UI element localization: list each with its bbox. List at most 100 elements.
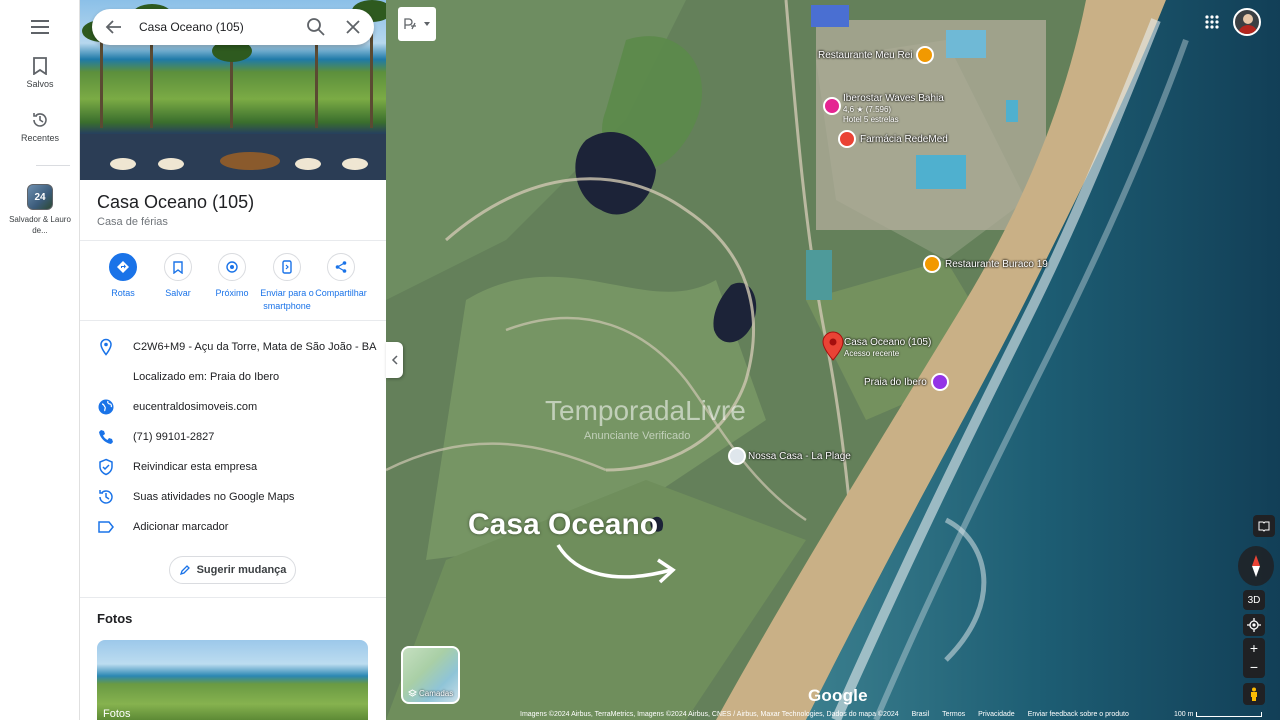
watermark: TemporadaLivre <box>545 395 746 426</box>
poi-label: Nossa Casa - La Plage <box>748 451 851 462</box>
poi-subtitle: Hotel 5 estrelas <box>843 115 899 124</box>
activity-row[interactable]: Suas atividades no Google Maps <box>80 482 386 512</box>
recent-place-thumbnail: 24 <box>27 184 53 210</box>
add-label-row[interactable]: Adicionar marcador <box>80 512 386 542</box>
google-logo: Google <box>808 686 868 705</box>
photo-card-label: Fotos <box>103 708 131 720</box>
suggest-edit-label: Sugerir mudança <box>196 564 287 576</box>
restaurant-icon <box>916 46 934 64</box>
poi-label: Farmácia RedeMed <box>860 134 948 145</box>
phone-send-icon <box>282 260 292 274</box>
zoom-in-button[interactable]: + <box>1250 638 1258 658</box>
bookmark-icon <box>33 57 47 75</box>
footer-feedback[interactable]: Enviar feedback sobre o produto <box>1028 711 1129 718</box>
poi-label: Restaurante Meu Rei <box>818 50 913 61</box>
divider <box>80 240 386 241</box>
rail-divider <box>36 165 70 166</box>
phone-icon <box>99 430 113 444</box>
compass-icon <box>1252 555 1260 577</box>
beach-icon <box>931 373 949 391</box>
phone-row[interactable]: (71) 99101-2827 <box>80 422 386 452</box>
share-button[interactable]: Compartilhar <box>309 253 373 300</box>
layers-text: Camadas <box>418 688 454 698</box>
satellite-map[interactable]: Restaurante Meu Rei Iberostar Waves Bahi… <box>386 0 1280 720</box>
toggle-3d-label: 3D <box>1247 594 1261 606</box>
overlay-caption: Casa Oceano <box>468 508 659 541</box>
poi-rating: 4,6 ★ (7.596) <box>843 105 892 114</box>
suggest-edit-button[interactable]: Sugerir mudança <box>169 556 296 584</box>
map-footer: Imagens ©2024 Airbus, TerraMetrics, Imag… <box>520 711 1129 718</box>
rail-saved-label: Salvos <box>26 79 54 89</box>
history-icon <box>99 490 113 504</box>
rail-recent[interactable]: Recentes <box>0 111 80 143</box>
search-input[interactable] <box>139 17 299 37</box>
poi-label: Iberostar Waves Bahia <box>843 93 944 104</box>
rail-recent-label: Recentes <box>20 133 60 143</box>
my-location-button[interactable] <box>1243 614 1265 636</box>
pegman-icon <box>1251 687 1257 701</box>
pharmacy-icon <box>838 130 856 148</box>
claim-business-row[interactable]: Reivindicar esta empresa <box>80 452 386 482</box>
photo-card[interactable]: Fotos <box>97 640 368 720</box>
website-text: eucentraldosimoveis.com <box>133 401 258 413</box>
location-pin-icon <box>100 338 112 356</box>
caret-down-icon <box>424 22 430 26</box>
rail-saved[interactable]: Salvos <box>0 57 80 89</box>
located-in-text: Localizado em: Praia do Ibero <box>133 371 280 383</box>
located-in-row[interactable]: Localizado em: Praia do Ibero <box>80 362 386 392</box>
footer-country[interactable]: Brasil <box>912 711 930 718</box>
zoom-out-button[interactable]: − <box>1250 658 1258 678</box>
close-icon[interactable] <box>342 16 364 38</box>
bookmark-icon <box>173 260 183 274</box>
website-row[interactable]: eucentraldosimoveis.com <box>80 392 386 422</box>
toggle-3d-button[interactable]: 3D <box>1243 590 1265 610</box>
map-scale[interactable]: 100 m <box>1174 711 1263 718</box>
footer-privacy[interactable]: Privacidade <box>978 711 1015 718</box>
book-icon <box>1258 521 1270 532</box>
directions-icon <box>117 261 129 273</box>
place-panel: Casa Oceano (105) Casa de férias Rotas S… <box>80 0 386 720</box>
layers-label: Camadas <box>403 689 458 698</box>
divider <box>80 320 386 321</box>
verified-shield-icon <box>99 458 113 476</box>
photos-heading: Fotos <box>97 611 133 626</box>
map-mode-icon <box>404 18 416 30</box>
search-box <box>92 9 374 45</box>
footer-terms[interactable]: Termos <box>942 711 965 718</box>
terrain-toggle[interactable] <box>398 7 436 41</box>
search-icon[interactable] <box>305 16 327 38</box>
label-icon <box>98 521 114 533</box>
street-view-pegman[interactable] <box>1243 683 1265 705</box>
add-label-text: Adicionar marcador <box>133 521 229 533</box>
layers-button[interactable]: Camadas <box>401 646 460 704</box>
apps-grid-button[interactable] <box>1200 7 1224 37</box>
divider <box>80 597 386 598</box>
restaurant-icon <box>923 255 941 273</box>
menu-icon[interactable] <box>28 15 52 39</box>
address-row[interactable]: C2W6+M9 - Açu da Torre, Mata de São João… <box>80 332 386 362</box>
compass-button[interactable] <box>1238 546 1274 586</box>
history-icon <box>33 113 47 127</box>
chevron-left-icon <box>391 355 398 365</box>
place-title: Casa Oceano (105) <box>97 192 255 212</box>
rail-recent-place[interactable]: 24 Salvador & Lauro de... <box>0 184 80 236</box>
selected-pin-icon <box>822 331 844 361</box>
place-category[interactable]: Casa de férias <box>97 216 254 228</box>
scale-label: 100 m <box>1174 711 1194 718</box>
poi-label: Casa Oceano (105) <box>844 337 932 348</box>
poi-label: Restaurante Buraco 19 <box>945 259 1048 270</box>
zoom-controls: + − <box>1243 638 1265 678</box>
avatar[interactable] <box>1233 8 1261 36</box>
recent-place-label: Salvador & Lauro de... <box>9 215 71 235</box>
collapse-panel-button[interactable] <box>386 342 403 378</box>
address-text: C2W6+M9 - Açu da Torre, Mata de São João… <box>133 341 377 353</box>
poi-label: Praia do Ibero <box>864 377 927 388</box>
back-arrow-icon[interactable] <box>103 16 125 38</box>
poi-subtitle: Acesso recente <box>844 349 900 358</box>
book-button[interactable] <box>1253 515 1275 537</box>
footer-attribution: Imagens ©2024 Airbus, TerraMetrics, Imag… <box>520 711 899 718</box>
share-label: Compartilhar <box>315 288 367 298</box>
share-icon <box>335 261 347 273</box>
nearby-icon <box>226 261 238 273</box>
pencil-icon <box>179 565 190 576</box>
